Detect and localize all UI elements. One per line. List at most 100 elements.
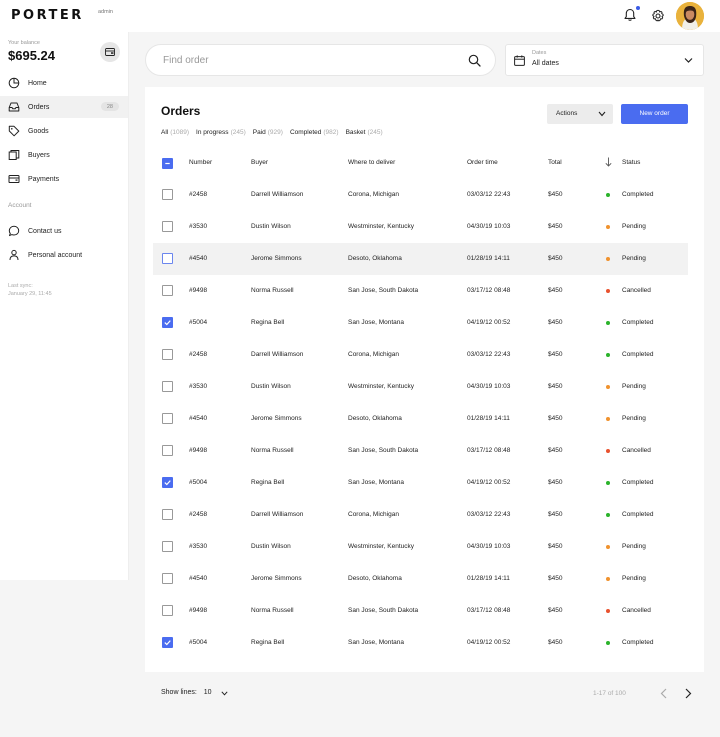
table-row[interactable]: #9498 Norma Russell San Jose, South Dakota… (153, 435, 688, 467)
order-time: 03/17/12 08:48 (467, 607, 511, 614)
row-checkbox[interactable] (162, 637, 173, 648)
column-header-time[interactable]: Order time (467, 159, 498, 166)
sidebar-item-label: Payments (28, 175, 60, 183)
wallet-button[interactable] (100, 42, 120, 62)
table-row[interactable]: #5004 Regina Bell San Jose, Montana 04/19/1… (153, 467, 688, 499)
bell-icon[interactable] (623, 8, 637, 22)
order-number: #2458 (189, 351, 208, 358)
new-order-button[interactable]: New order (621, 104, 688, 124)
sidebar-item-label: Contact us (28, 227, 62, 235)
column-header-where[interactable]: Where to deliver (348, 159, 395, 166)
sidebar-item-orders[interactable]: Orders 28 (0, 96, 128, 118)
order-total: $450 (548, 383, 563, 390)
table-row[interactable]: #9498 Norma Russell San Jose, South Dakota… (153, 275, 688, 307)
dates-dropdown[interactable]: Dates All dates (505, 44, 704, 76)
last-sync-value: January 29, 11:45 (8, 290, 52, 297)
order-status: Pending (622, 383, 646, 390)
row-checkbox[interactable] (162, 413, 173, 424)
filter-tab[interactable]: All (1089) (161, 129, 189, 136)
table-row[interactable]: #5004 Regina Bell San Jose, Montana 04/19/1… (153, 307, 688, 339)
table-row[interactable]: #2458 Darrell Williamson Corona, Michigan 0… (153, 499, 688, 531)
order-number: #5004 (189, 479, 208, 486)
select-all-checkbox[interactable] (162, 158, 173, 169)
show-lines-control[interactable]: Show lines: 10 (161, 689, 212, 696)
buyer-name: Jerome Simmons (251, 415, 302, 422)
order-status: Pending (622, 223, 646, 230)
search-input[interactable]: Find order (145, 44, 496, 76)
actions-label: Actions (556, 110, 578, 117)
order-total: $450 (548, 319, 563, 326)
order-status: Pending (622, 575, 646, 582)
sidebar-item-buyers[interactable]: Buyers (0, 144, 128, 166)
buyer-name: Regina Bell (251, 639, 285, 646)
buyer-name: Jerome Simmons (251, 575, 302, 582)
filter-tab[interactable]: Basket (245) (346, 129, 383, 136)
sort-arrow-down-icon[interactable] (605, 157, 612, 167)
buyer-name: Dustin Wilson (251, 383, 291, 390)
column-header-buyer[interactable]: Buyer (251, 159, 268, 166)
table-row[interactable]: #4540 Jerome Simmons Desoto, Oklahoma 01/28… (153, 243, 688, 275)
table-row[interactable]: #3530 Dustin Wilson Westminster, Kentucky 0… (153, 211, 688, 243)
buyer-name: Regina Bell (251, 319, 285, 326)
wallet-icon (105, 48, 115, 56)
sidebar-item-contact-us[interactable]: Contact us (0, 220, 128, 242)
table-row[interactable]: #3530 Dustin Wilson Westminster, Kentucky 0… (153, 531, 688, 563)
order-time: 01/28/19 14:11 (467, 575, 510, 582)
search-icon[interactable] (468, 54, 481, 67)
chevron-down-icon[interactable] (221, 691, 228, 696)
column-header-total[interactable]: Total (548, 159, 562, 166)
delivery-location: Desoto, Oklahoma (348, 415, 402, 422)
order-total: $450 (548, 607, 563, 614)
buyer-name: Norma Russell (251, 607, 294, 614)
row-checkbox[interactable] (162, 221, 173, 232)
row-checkbox[interactable] (162, 381, 173, 392)
status-dot (606, 481, 610, 485)
row-checkbox[interactable] (162, 285, 173, 296)
row-checkbox[interactable] (162, 541, 173, 552)
table-row[interactable]: #3530 Dustin Wilson Westminster, Kentucky 0… (153, 371, 688, 403)
status-dot (606, 449, 610, 453)
table-row[interactable]: #4540 Jerome Simmons Desoto, Oklahoma 01/28… (153, 403, 688, 435)
row-checkbox[interactable] (162, 477, 173, 488)
chevron-left-icon[interactable] (660, 688, 668, 699)
table-row[interactable]: #5004 Regina Bell San Jose, Montana 04/19/1… (153, 627, 688, 659)
status-dot (606, 193, 610, 197)
delivery-location: Westminster, Kentucky (348, 543, 414, 550)
actions-dropdown[interactable]: Actions (547, 104, 613, 124)
row-checkbox[interactable] (162, 349, 173, 360)
gear-icon[interactable] (651, 9, 665, 23)
buyers-icon (8, 150, 20, 160)
user-avatar[interactable] (676, 2, 704, 30)
row-checkbox[interactable] (162, 253, 173, 264)
filter-label: Completed (289, 129, 322, 136)
sidebar-item-payments[interactable]: Payments (0, 168, 128, 190)
row-checkbox[interactable] (162, 317, 173, 328)
status-dot (606, 225, 610, 229)
table-row[interactable]: #2458 Darrell Williamson Corona, Michigan 0… (153, 339, 688, 371)
balance-label: Your balance (8, 40, 40, 46)
order-number: #2458 (189, 511, 208, 518)
chevron-right-icon[interactable] (684, 688, 692, 699)
order-time: 04/19/12 00:52 (467, 319, 511, 326)
row-checkbox[interactable] (162, 573, 173, 584)
app-logo[interactable]: PORTER (11, 8, 84, 23)
sidebar-item-goods[interactable]: Goods (0, 120, 128, 142)
show-lines-value: 10 (203, 689, 212, 696)
sidebar-item-personal-account[interactable]: Personal account (0, 244, 128, 266)
filter-tab[interactable]: Completed (982) (290, 129, 339, 136)
row-checkbox[interactable] (162, 509, 173, 520)
column-header-number[interactable]: Number (189, 159, 212, 166)
status-dot (606, 417, 610, 421)
filter-tab[interactable]: In progress (245) (196, 129, 246, 136)
column-header-status[interactable]: Status (622, 159, 640, 166)
row-checkbox[interactable] (162, 605, 173, 616)
table-row[interactable]: #4540 Jerome Simmons Desoto, Oklahoma 01/28… (153, 563, 688, 595)
table-row[interactable]: #2458 Darrell Williamson Corona, Michigan 0… (153, 179, 688, 211)
order-total: $450 (548, 223, 563, 230)
row-checkbox[interactable] (162, 189, 173, 200)
row-checkbox[interactable] (162, 445, 173, 456)
filter-tab[interactable]: Paid (929) (253, 129, 283, 136)
sidebar-item-home[interactable]: Home (0, 72, 128, 94)
buyer-name: Darrell Williamson (251, 191, 304, 198)
table-row[interactable]: #9498 Norma Russell San Jose, South Dakota… (153, 595, 688, 627)
